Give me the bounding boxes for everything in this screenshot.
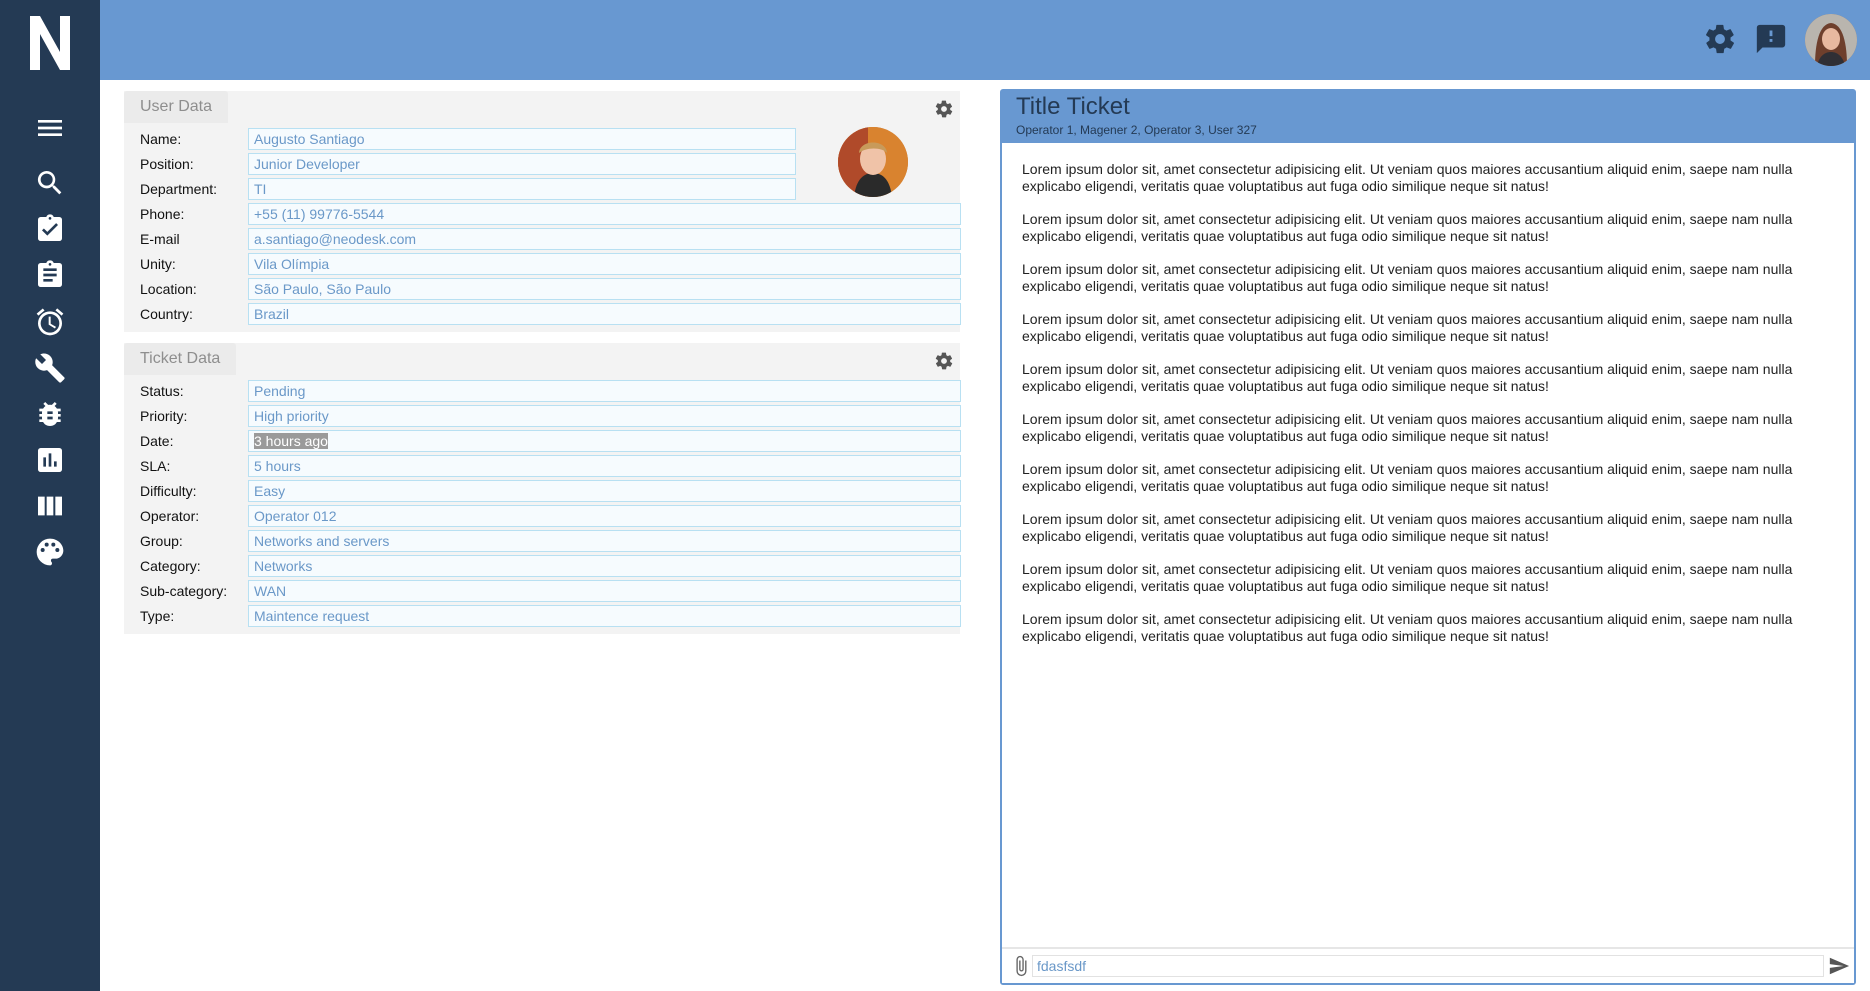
field-group: Group: Networks and servers <box>140 530 961 552</box>
message: Lorem ipsum dolor sit, amet consectetur … <box>1022 211 1793 244</box>
message-composer: fdasfsdf <box>1002 947 1854 983</box>
field-name: Name: Augusto Santiago <box>140 128 796 150</box>
field-label: Difficulty: <box>140 483 197 499</box>
field-operator: Operator: Operator 012 <box>140 505 961 527</box>
position-field[interactable]: Junior Developer <box>248 153 796 175</box>
field-status: Status: Pending <box>140 380 961 402</box>
message: Lorem ipsum dolor sit, amet consectetur … <box>1022 411 1793 444</box>
name-field[interactable]: Augusto Santiago <box>248 128 796 150</box>
field-label: Location: <box>140 281 197 297</box>
field-date: Date: 3 hours ago <box>140 430 961 452</box>
ticket-header: Title Ticket Operator 1, Magener 2, Oper… <box>1002 91 1854 143</box>
field-label: Operator: <box>140 508 200 524</box>
field-label: Group: <box>140 533 183 549</box>
field-sub-category: Sub-category: WAN <box>140 580 961 602</box>
message-input[interactable]: fdasfsdf <box>1032 955 1824 977</box>
group-field[interactable]: Networks and servers <box>248 530 961 552</box>
ticket-data-body: Status: Pending Priority: High priority … <box>124 375 961 634</box>
wrench-icon[interactable] <box>32 350 68 386</box>
operator-field[interactable]: Operator 012 <box>248 505 961 527</box>
neodesk-logo[interactable] <box>26 14 74 72</box>
field-label: Date: <box>140 433 174 449</box>
field-label: Position: <box>140 156 194 172</box>
message: Lorem ipsum dolor sit, amet consectetur … <box>1022 261 1793 294</box>
ticket-data-panel: Ticket Data Status: Pending Priority: Hi… <box>124 343 961 634</box>
columns-icon[interactable] <box>32 488 68 524</box>
status-field[interactable]: Pending <box>248 380 961 402</box>
menu-icon[interactable] <box>32 110 68 146</box>
field-label: Status: <box>140 383 184 399</box>
ticket-data-tab: Ticket Data <box>124 343 237 375</box>
field-position: Position: Junior Developer <box>140 153 796 175</box>
alarm-icon[interactable] <box>32 304 68 340</box>
date-field[interactable]: 3 hours ago <box>248 430 961 452</box>
location-field[interactable]: São Paulo, São Paulo <box>248 278 961 300</box>
ticket-title: Title Ticket <box>1016 93 1130 120</box>
priority-field[interactable]: High priority <box>248 405 961 427</box>
field-label: Department: <box>140 181 218 197</box>
search-icon[interactable] <box>32 165 68 201</box>
clipboard-icon[interactable] <box>32 257 68 293</box>
category-field[interactable]: Networks <box>248 555 961 577</box>
message: Lorem ipsum dolor sit, amet consectetur … <box>1022 161 1793 194</box>
date-value-selected: 3 hours ago <box>254 433 328 449</box>
email-field[interactable]: a.santiago@neodesk.com <box>248 228 961 250</box>
field-email: E-mail a.santiago@neodesk.com <box>140 228 961 250</box>
top-header <box>100 0 1870 80</box>
ticket-data-settings-icon[interactable] <box>934 351 956 373</box>
message: Lorem ipsum dolor sit, amet consectetur … <box>1022 311 1793 344</box>
send-icon[interactable] <box>1828 955 1852 979</box>
message-list: Lorem ipsum dolor sit, amet consectetur … <box>1022 161 1842 661</box>
phone-field[interactable]: +55 (11) 99776-5544 <box>248 203 961 225</box>
type-field[interactable]: Maintence request <box>248 605 961 627</box>
field-label: Priority: <box>140 408 188 424</box>
field-label: SLA: <box>140 458 171 474</box>
field-category: Category: Networks <box>140 555 961 577</box>
unity-field[interactable]: Vila Olímpia <box>248 253 961 275</box>
field-label: Type: <box>140 608 175 624</box>
field-phone: Phone: +55 (11) 99776-5544 <box>140 203 961 225</box>
bar-chart-icon[interactable] <box>32 442 68 478</box>
field-type: Type: Maintence request <box>140 605 961 627</box>
department-field[interactable]: TI <box>248 178 796 200</box>
user-data-body: Name: Augusto Santiago Position: Junior … <box>124 123 961 332</box>
difficulty-field[interactable]: Easy <box>248 480 961 502</box>
message: Lorem ipsum dolor sit, amet consectetur … <box>1022 611 1793 644</box>
user-data-tab: User Data <box>124 91 229 123</box>
field-label: Unity: <box>140 256 176 272</box>
field-department: Department: TI <box>140 178 796 200</box>
ticket-chat-panel: Title Ticket Operator 1, Magener 2, Oper… <box>1000 89 1856 985</box>
user-avatar[interactable] <box>1805 14 1857 66</box>
message: Lorem ipsum dolor sit, amet consectetur … <box>1022 511 1793 544</box>
field-label: Sub-category: <box>140 583 228 599</box>
field-unity: Unity: Vila Olímpia <box>140 253 961 275</box>
field-sla: SLA: 5 hours <box>140 455 961 477</box>
settings-icon[interactable] <box>1701 20 1739 58</box>
field-priority: Priority: High priority <box>140 405 961 427</box>
user-data-settings-icon[interactable] <box>934 99 956 121</box>
field-country: Country: Brazil <box>140 303 961 325</box>
attach-icon[interactable] <box>1010 955 1032 979</box>
message: Lorem ipsum dolor sit, amet consectetur … <box>1022 361 1793 394</box>
field-location: Location: São Paulo, São Paulo <box>140 278 961 300</box>
feedback-icon[interactable] <box>1752 20 1790 58</box>
sub-category-field[interactable]: WAN <box>248 580 961 602</box>
user-data-panel: User Data Name: Augusto Santiago Positio… <box>124 91 961 332</box>
message: Lorem ipsum dolor sit, amet consectetur … <box>1022 561 1793 594</box>
field-difficulty: Difficulty: Easy <box>140 480 961 502</box>
field-label: Category: <box>140 558 201 574</box>
user-photo <box>838 127 908 197</box>
field-label: Phone: <box>140 206 185 222</box>
field-label: Name: <box>140 131 182 147</box>
field-label: E-mail <box>140 231 180 247</box>
sidebar <box>0 0 100 991</box>
sla-field[interactable]: 5 hours <box>248 455 961 477</box>
field-label: Country: <box>140 306 193 322</box>
palette-icon[interactable] <box>32 534 68 570</box>
bug-icon[interactable] <box>32 396 68 432</box>
message: Lorem ipsum dolor sit, amet consectetur … <box>1022 461 1793 494</box>
assignment-check-icon[interactable] <box>32 211 68 247</box>
country-field[interactable]: Brazil <box>248 303 961 325</box>
ticket-participants: Operator 1, Magener 2, Operator 3, User … <box>1016 123 1257 137</box>
